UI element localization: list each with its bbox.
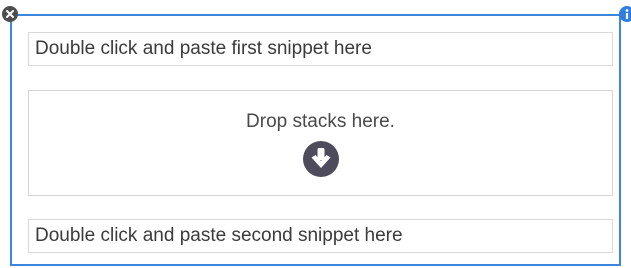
stack-drop-zone[interactable]: Drop stacks here.	[28, 90, 613, 196]
drop-zone-label: Drop stacks here.	[246, 111, 395, 132]
close-icon[interactable]	[2, 6, 18, 22]
info-icon[interactable]	[619, 6, 631, 22]
stack-frame: Double click and paste first snippet her…	[10, 14, 621, 266]
arrow-down-circle-icon	[302, 141, 339, 177]
first-snippet-field[interactable]: Double click and paste first snippet her…	[28, 32, 613, 66]
second-snippet-field[interactable]: Double click and paste second snippet he…	[28, 219, 613, 253]
